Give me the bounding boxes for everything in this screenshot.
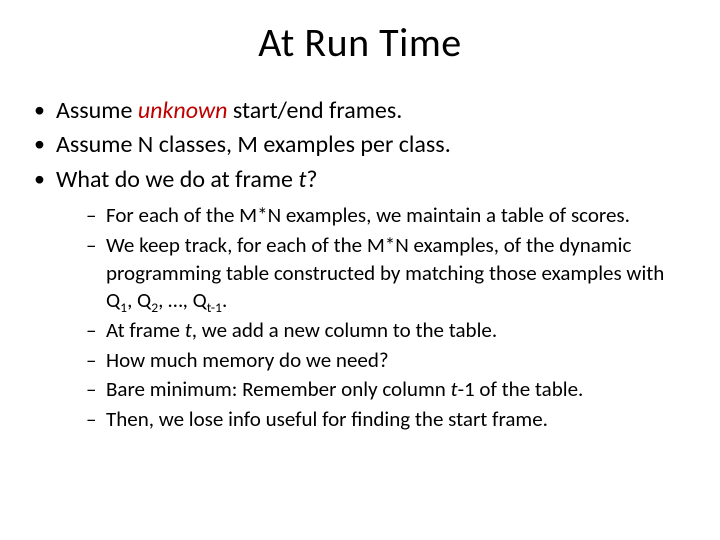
sub-2-sub3: t-1 xyxy=(207,300,222,317)
sub-1: For each of the M*N examples, we maintai… xyxy=(86,202,692,230)
sub-5-var: t xyxy=(451,376,458,402)
bullet-1: Assume unknown start/end frames. xyxy=(34,95,692,127)
sub-list: For each of the M*N examples, we maintai… xyxy=(56,202,692,434)
bullet-3-post: ? xyxy=(306,165,317,194)
sub-5-pre: Bare minimum: Remember only column xyxy=(106,376,451,402)
sub-5-post: -1 of the table. xyxy=(458,376,584,402)
slide-title: At Run Time xyxy=(28,18,692,67)
sub-2-post: . xyxy=(222,287,227,313)
bullet-1-pre: Assume xyxy=(56,96,138,125)
sub-3-var: t xyxy=(185,317,192,343)
slide: At Run Time Assume unknown start/end fra… xyxy=(0,0,720,540)
bullet-3: What do we do at frame t? For each of th… xyxy=(34,164,692,434)
sub-3-pre: At frame xyxy=(106,317,185,343)
bullet-1-emph: unknown xyxy=(138,96,228,125)
sub-4: How much memory do we need? xyxy=(86,347,692,375)
sub-3: At frame t, we add a new column to the t… xyxy=(86,317,692,345)
bullet-list: Assume unknown start/end frames. Assume … xyxy=(28,95,692,434)
sub-2: We keep track, for each of the M*N examp… xyxy=(86,232,692,315)
bullet-3-pre: What do we do at frame xyxy=(56,165,298,194)
sub-3-post: , we add a new column to the table. xyxy=(192,317,497,343)
bullet-1-post: start/end frames. xyxy=(227,96,402,125)
bullet-2: Assume N classes, M examples per class. xyxy=(34,129,692,161)
sub-6: Then, we lose info useful for finding th… xyxy=(86,406,692,434)
sub-2-mid1: , Q xyxy=(127,287,151,313)
sub-5: Bare minimum: Remember only column t-1 o… xyxy=(86,376,692,404)
sub-2-mid2: , …, Q xyxy=(158,287,207,313)
